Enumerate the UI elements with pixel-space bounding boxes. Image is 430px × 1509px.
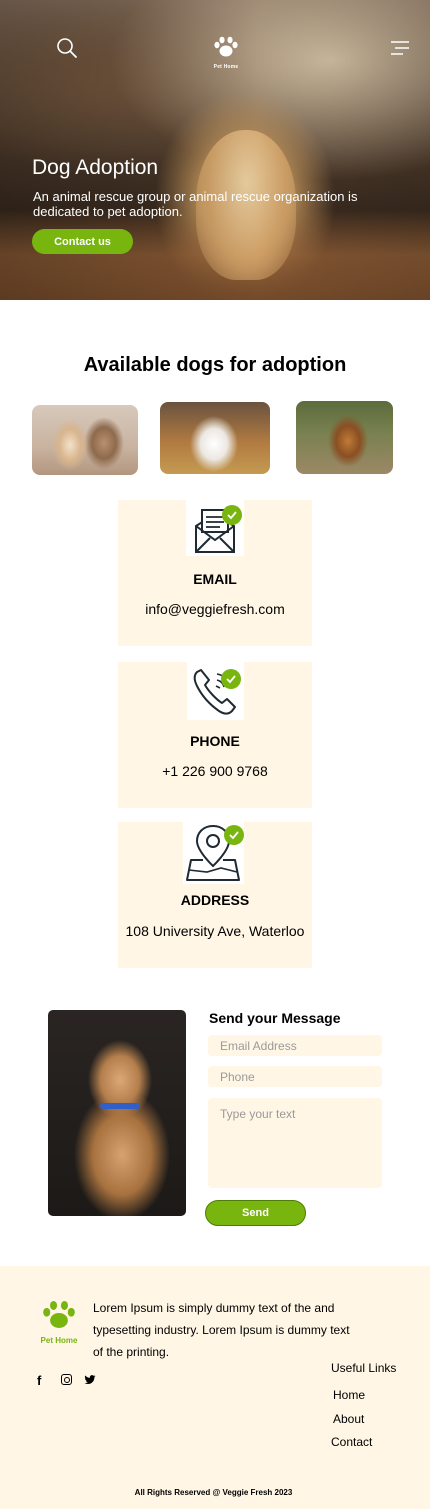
hero-banner: Pet Home Dog Adoption An animal rescue g…	[0, 0, 430, 300]
send-button[interactable]: Send	[205, 1200, 306, 1226]
address-card: ADDRESS 108 University Ave, Waterloo	[118, 822, 312, 968]
message-textarea[interactable]	[208, 1098, 382, 1188]
twitter-icon[interactable]	[84, 1375, 96, 1385]
address-value[interactable]: 108 University Ave, Waterloo	[118, 923, 312, 939]
dog-photo-2[interactable]	[160, 402, 270, 474]
footer-link-contact[interactable]: Contact	[331, 1435, 372, 1449]
dog-collar	[100, 1103, 140, 1109]
logo-brand-text: Pet Home	[213, 64, 239, 70]
hero-description: An animal rescue group or animal rescue …	[33, 189, 358, 219]
footer-link-home[interactable]: Home	[333, 1388, 365, 1402]
instagram-icon[interactable]	[61, 1374, 72, 1385]
hamburger-menu-icon[interactable]	[389, 40, 411, 56]
check-icon	[224, 825, 244, 845]
footer-about-text: Lorem Ipsum is simply dummy text of the …	[93, 1301, 350, 1359]
check-icon	[222, 505, 242, 525]
footer-brand-text: Pet Home	[40, 1336, 78, 1345]
copyright-text: All Rights Reserved @ Veggie Fresh 2023	[134, 1488, 293, 1497]
site-logo[interactable]: Pet Home	[206, 36, 246, 70]
address-label: ADDRESS	[180, 892, 250, 908]
phone-label: PHONE	[190, 733, 240, 749]
message-form-title: Send your Message	[209, 1010, 341, 1026]
email-label: EMAIL	[193, 571, 237, 587]
email-card: EMAIL info@veggiefresh.com	[118, 500, 312, 646]
dog-photo-3[interactable]	[296, 401, 393, 474]
phone-card: PHONE +1 226 900 9768	[118, 662, 312, 808]
dog-photo-1[interactable]	[32, 405, 138, 475]
paw-icon	[43, 1300, 75, 1328]
check-icon	[221, 669, 241, 689]
email-address-input[interactable]	[208, 1035, 382, 1056]
sitting-dog-photo	[48, 1010, 186, 1216]
hero-title: Dog Adoption	[32, 156, 159, 179]
search-icon[interactable]	[56, 37, 78, 59]
phone-input[interactable]	[208, 1066, 382, 1087]
paw-icon	[214, 36, 238, 57]
contact-us-button[interactable]: Contact us	[32, 229, 133, 254]
facebook-icon[interactable]: f	[37, 1373, 41, 1388]
phone-value[interactable]: +1 226 900 9768	[118, 763, 312, 779]
footer-link-about[interactable]: About	[333, 1412, 364, 1426]
footer-logo[interactable]: Pet Home	[38, 1300, 80, 1345]
useful-links-title: Useful Links	[331, 1361, 397, 1375]
available-dogs-title: Available dogs for adoption	[83, 354, 347, 376]
email-value[interactable]: info@veggiefresh.com	[118, 601, 312, 617]
